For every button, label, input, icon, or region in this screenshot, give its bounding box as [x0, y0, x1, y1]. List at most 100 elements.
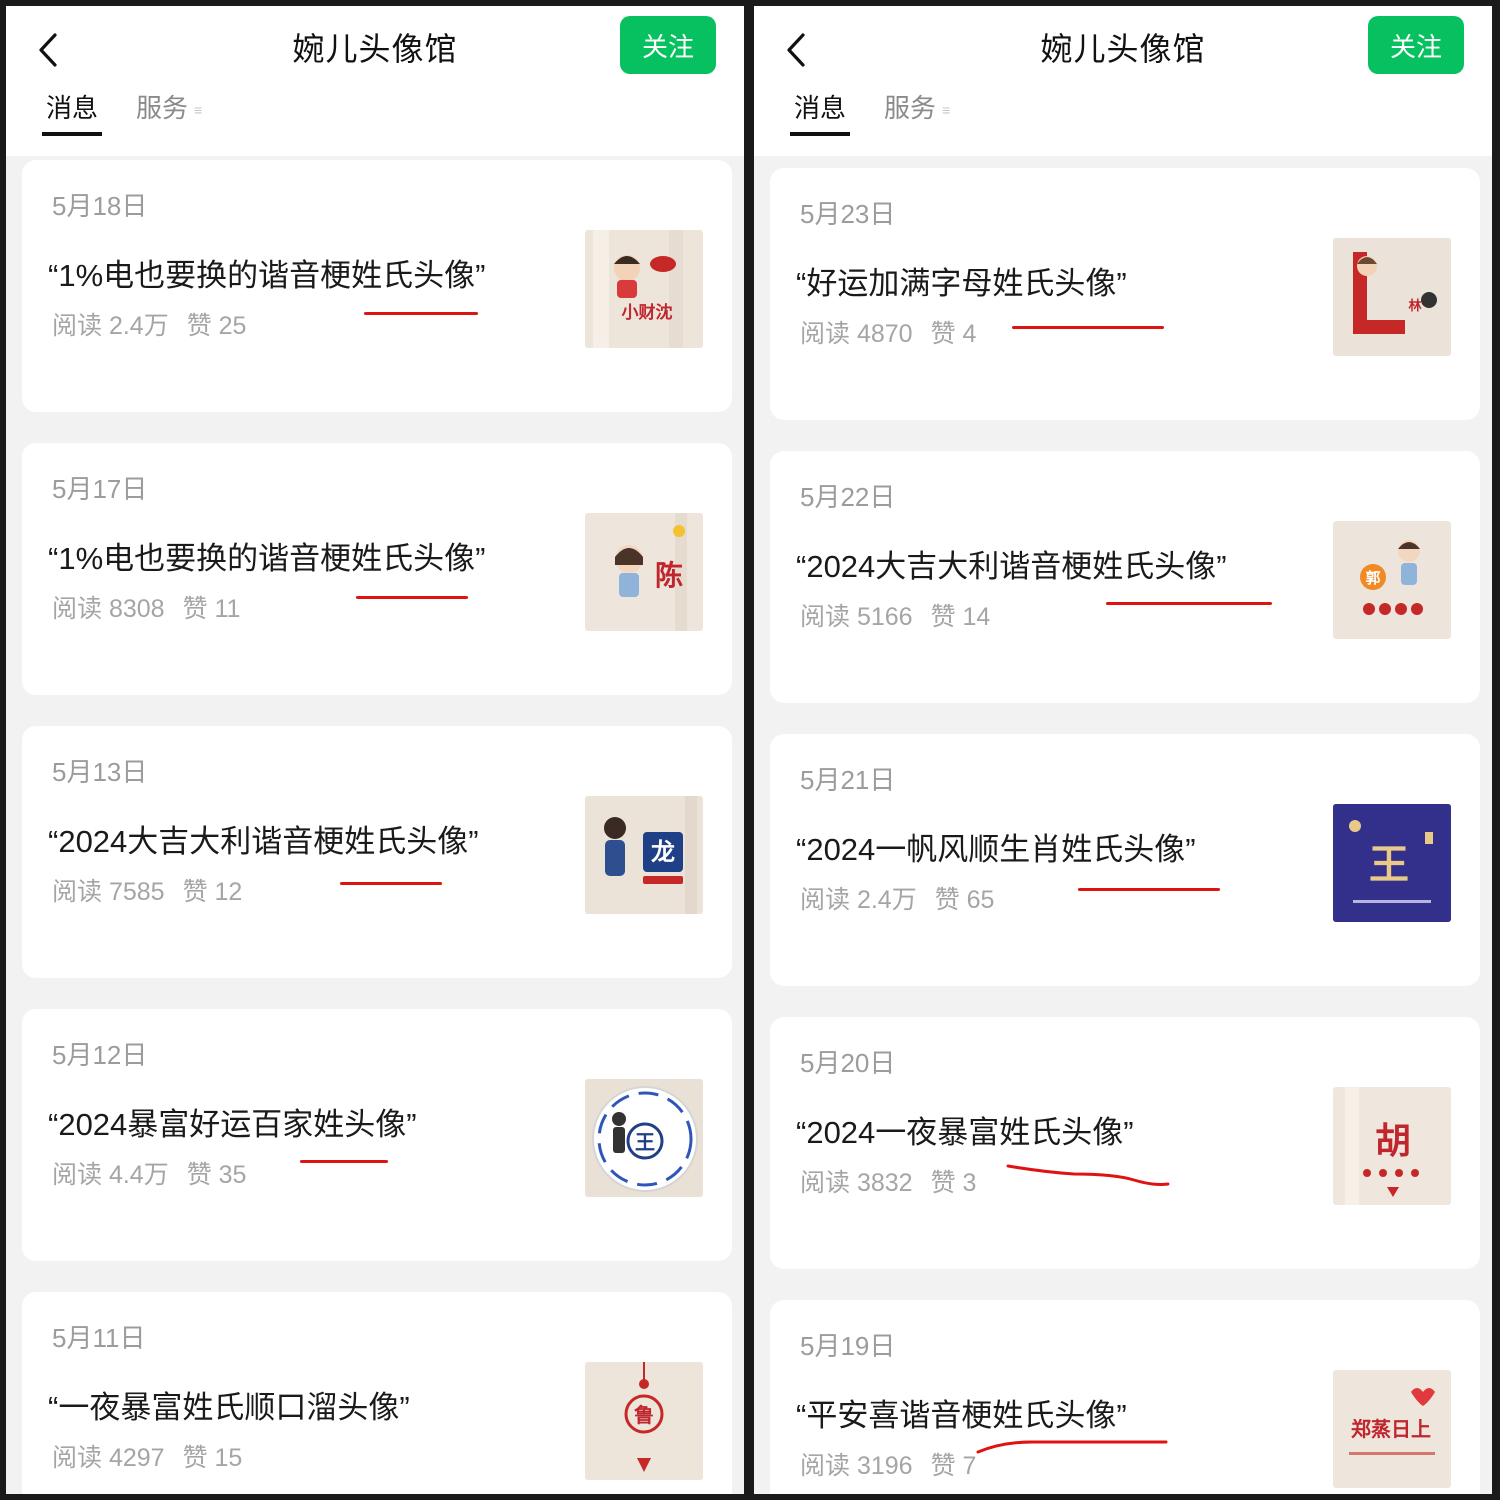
article-stats: 阅读 7585 赞 12	[52, 872, 242, 908]
thumbnail-text: 陈	[655, 559, 683, 592]
article-stats: 阅读 4.4万赞 35	[52, 1155, 246, 1191]
article-title: “平安喜谐音梗姓氏头像”	[796, 1398, 1127, 1433]
like-count: 赞 3	[930, 1169, 977, 1197]
article-card[interactable]: 5月13日 “2024大吉大利谐音梗姓氏头像” 阅读 7585 赞 12 龙	[22, 726, 732, 978]
article-date: 5月12日	[52, 1040, 148, 1070]
article-card[interactable]: 5月12日 “2024暴富好运百家姓头像” 阅读 4.4万赞 35 王	[22, 1009, 732, 1261]
article-title: “2024大吉大利谐音梗姓氏头像”	[796, 549, 1227, 584]
article-title: “2024一夜暴富姓氏头像”	[796, 1115, 1134, 1150]
read-count: 阅读 2.4万	[52, 312, 169, 340]
article-date: 5月17日	[52, 474, 148, 504]
read-count: 阅读 4297	[52, 1444, 165, 1472]
article-card[interactable]: 5月11日 “一夜暴富姓氏顺口溜头像” 阅读 4297 赞 15 鲁	[22, 1292, 732, 1494]
article-stats: 阅读 4297 赞 15	[52, 1438, 242, 1474]
menu-lines-icon: ≡	[942, 102, 951, 119]
read-count: 阅读 5166	[800, 603, 913, 631]
article-title: “2024暴富好运百家姓头像”	[48, 1107, 417, 1142]
article-thumbnail: 林	[1333, 238, 1451, 356]
article-date: 5月19日	[800, 1331, 896, 1361]
like-count: 赞 12	[182, 878, 243, 906]
article-thumbnail: 陈	[585, 513, 703, 631]
article-thumbnail: 胡	[1333, 1087, 1451, 1205]
read-count: 阅读 2.4万	[800, 886, 917, 914]
article-stats: 阅读 4870 赞 4	[800, 314, 976, 350]
tab-services-label: 服务	[884, 93, 937, 123]
like-count: 赞 7	[930, 1452, 977, 1480]
article-title: “好运加满字母姓氏头像”	[796, 266, 1127, 301]
article-card[interactable]: 5月20日 “2024一夜暴富姓氏头像” 阅读 3832 赞 3 胡	[770, 1017, 1480, 1269]
like-count: 赞 25	[186, 312, 247, 340]
article-title: “一夜暴富姓氏顺口溜头像”	[48, 1390, 410, 1425]
tab-messages-label: 消息	[794, 93, 847, 123]
thumbnail-text: 郭	[1365, 569, 1380, 587]
article-card[interactable]: 5月23日 “好运加满字母姓氏头像” 阅读 4870 赞 4 林	[770, 168, 1480, 420]
article-thumbnail: 王	[1333, 804, 1451, 922]
article-thumbnail: 王	[585, 1079, 703, 1197]
thumbnail-text: 小财沈	[622, 302, 673, 323]
tab-services[interactable]: 服务 ≡	[136, 88, 202, 125]
thumbnail-text: 鲁	[634, 1403, 654, 1427]
thumbnail-text: 龙	[651, 838, 675, 866]
article-card[interactable]: 5月19日 “平安喜谐音梗姓氏头像” 阅读 3196 赞 7 郑蒸日上	[770, 1300, 1480, 1494]
red-annotation-underline	[1012, 326, 1164, 329]
article-card[interactable]: 5月17日 “1%电也要换的谐音梗姓氏头像” 阅读 8308 赞 11 陈	[22, 443, 732, 695]
article-date: 5月23日	[800, 199, 896, 229]
like-count: 赞 14	[930, 603, 991, 631]
like-count: 赞 35	[186, 1161, 247, 1189]
article-date: 5月18日	[52, 191, 148, 221]
left-screenshot-panel: 婉儿头像馆 关注 消息 服务 ≡ 5月18日 “1%电也要换的谐音梗姓氏头像” 阅…	[6, 6, 744, 1494]
article-title: “2024一帆风顺生肖姓氏头像”	[796, 832, 1196, 867]
read-count: 阅读 3832	[800, 1169, 913, 1197]
right-screenshot-panel: 婉儿头像馆 关注 消息 服务 ≡ 5月23日 “好运加满字母姓氏头像” 阅读 48…	[754, 6, 1492, 1494]
like-count: 赞 65	[934, 886, 995, 914]
thumbnail-text: 王	[635, 1130, 655, 1154]
thumbnail-text: 郑蒸日上	[1351, 1417, 1431, 1441]
article-thumbnail: 郑蒸日上	[1333, 1370, 1451, 1488]
article-date: 5月11日	[52, 1323, 146, 1353]
tab-messages[interactable]: 消息	[790, 88, 851, 136]
article-card[interactable]: 5月21日 “2024一帆风顺生肖姓氏头像” 阅读 2.4万赞 65 王	[770, 734, 1480, 986]
top-bar: 婉儿头像馆 关注 消息 服务 ≡	[754, 6, 1492, 156]
article-stats: 阅读 3832 赞 3	[800, 1163, 976, 1199]
article-date: 5月21日	[800, 765, 896, 795]
read-count: 阅读 3196	[800, 1452, 913, 1480]
thumbnail-text: 胡	[1375, 1121, 1411, 1162]
red-annotation-underline	[976, 1440, 1168, 1454]
top-bar: 婉儿头像馆 关注 消息 服务 ≡	[6, 6, 744, 156]
tab-services[interactable]: 服务 ≡	[884, 88, 950, 125]
article-thumbnail: 小财沈	[585, 230, 703, 348]
article-thumbnail: 郭	[1333, 521, 1451, 639]
thumbnail-text: 王	[1369, 841, 1409, 888]
article-title: “2024大吉大利谐音梗姓氏头像”	[48, 824, 479, 859]
menu-lines-icon: ≡	[194, 102, 203, 119]
red-annotation-underline	[1106, 602, 1272, 605]
article-title: “1%电也要换的谐音梗姓氏头像”	[48, 258, 486, 293]
read-count: 阅读 8308	[52, 595, 165, 623]
thumbnail-text: 林	[1408, 298, 1421, 314]
like-count: 赞 15	[182, 1444, 243, 1472]
article-date: 5月22日	[800, 482, 896, 512]
tab-messages[interactable]: 消息	[42, 88, 103, 136]
article-date: 5月20日	[800, 1048, 896, 1078]
article-thumbnail: 鲁	[585, 1362, 703, 1480]
tab-messages-label: 消息	[46, 93, 99, 123]
follow-button[interactable]: 关注	[620, 16, 716, 74]
like-count: 赞 11	[182, 595, 241, 623]
article-card[interactable]: 5月18日 “1%电也要换的谐音梗姓氏头像” 阅读 2.4万赞 25 小财沈	[22, 160, 732, 412]
read-count: 阅读 4.4万	[52, 1161, 169, 1189]
article-stats: 阅读 2.4万赞 25	[52, 306, 246, 342]
red-annotation-underline	[1078, 888, 1220, 891]
read-count: 阅读 4870	[800, 320, 913, 348]
red-annotation-underline	[356, 596, 468, 599]
article-card[interactable]: 5月22日 “2024大吉大利谐音梗姓氏头像” 阅读 5166 赞 14 郭	[770, 451, 1480, 703]
like-count: 赞 4	[930, 320, 977, 348]
red-annotation-underline	[1006, 1164, 1170, 1186]
read-count: 阅读 7585	[52, 878, 165, 906]
tab-services-label: 服务	[136, 93, 189, 123]
article-date: 5月13日	[52, 757, 148, 787]
red-annotation-underline	[340, 882, 442, 885]
red-annotation-underline	[364, 312, 478, 315]
follow-button[interactable]: 关注	[1368, 16, 1464, 74]
article-stats: 阅读 8308 赞 11	[52, 589, 240, 625]
article-title: “1%电也要换的谐音梗姓氏头像”	[48, 541, 486, 576]
